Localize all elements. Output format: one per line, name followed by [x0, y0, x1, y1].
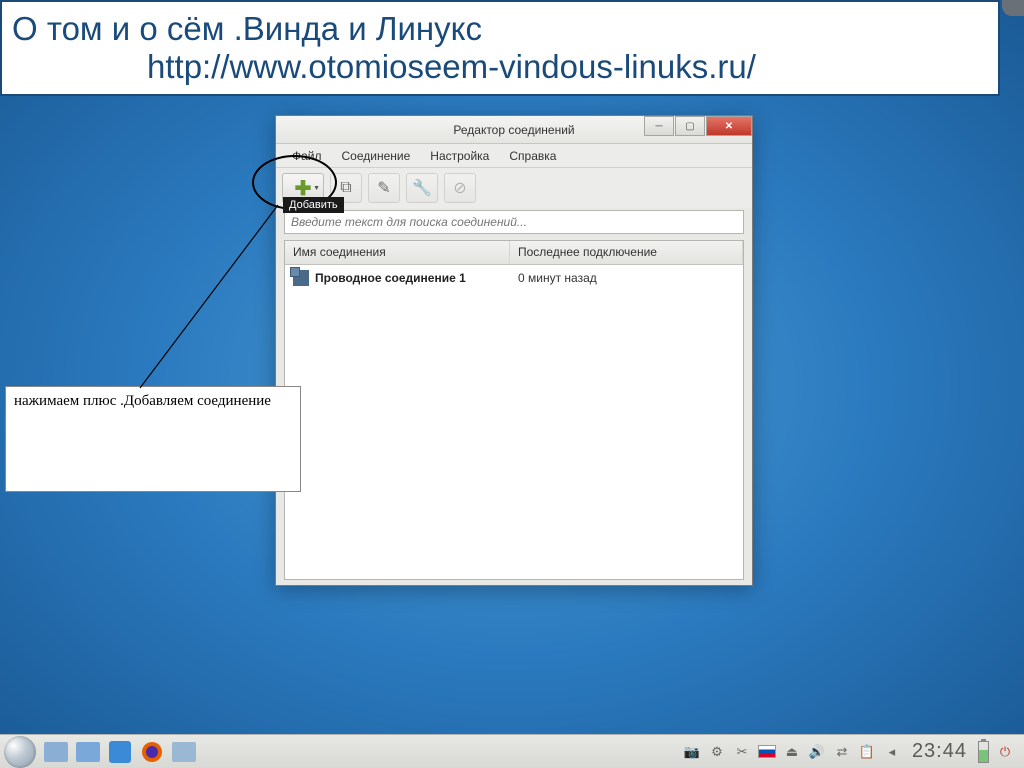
wrench-icon: 🔧	[412, 178, 432, 198]
row-last: 0 минут назад	[510, 271, 743, 285]
column-name[interactable]: Имя соединения	[285, 241, 510, 264]
page-banner: О том и о сём .Винда и Линукс http://www…	[0, 0, 1000, 96]
row-name: Проводное соединение 1	[315, 271, 466, 285]
annotation-note: нажимаем плюс .Добавляем соединение	[5, 386, 301, 492]
window-controls: ─ ▢ ✕	[643, 116, 752, 138]
column-last[interactable]: Последнее подключение	[510, 241, 743, 264]
volume-icon[interactable]: 🔊	[808, 743, 826, 761]
add-tooltip: Добавить	[283, 197, 344, 213]
firefox-icon	[141, 741, 163, 763]
battery-icon[interactable]	[978, 741, 989, 763]
task-filemanager[interactable]	[74, 738, 102, 766]
search-box[interactable]	[284, 210, 744, 234]
logout-icon[interactable]: ⏻	[996, 743, 1014, 761]
minimize-button[interactable]: ─	[644, 116, 674, 136]
menu-connection[interactable]: Соединение	[332, 146, 421, 166]
row-name-cell: Проводное соединение 1	[285, 270, 510, 286]
task-editor[interactable]	[106, 738, 134, 766]
titlebar[interactable]: Редактор соединений ─ ▢ ✕	[276, 116, 752, 144]
copy-icon: ⧉	[340, 179, 351, 197]
menubar: Файл Соединение Настройка Справка	[276, 144, 752, 168]
scissors-icon[interactable]: ✂	[733, 743, 751, 761]
gear-tray-icon[interactable]: ⚙	[708, 743, 726, 761]
table-row[interactable]: Проводное соединение 1 0 минут назад	[285, 265, 743, 291]
edit-button[interactable]: ✎	[368, 173, 400, 203]
edit-icon: ✎	[377, 178, 390, 198]
menu-settings[interactable]: Настройка	[420, 146, 499, 166]
connection-table: Имя соединения Последнее подключение Про…	[284, 240, 744, 580]
toolbar: ✚ ▼ ⧉ ✎ 🔧 ⊘	[276, 168, 752, 208]
clipboard-icon[interactable]: 📋	[858, 743, 876, 761]
banner-url: http://www.otomioseem-vindous-linuks.ru/	[12, 48, 988, 86]
task-firefox[interactable]	[138, 738, 166, 766]
device-icon[interactable]: ⏏	[783, 743, 801, 761]
table-header: Имя соединения Последнее подключение	[285, 241, 743, 265]
banner-title: О том и о сём .Винда и Линукс	[12, 10, 988, 48]
network-icon	[293, 270, 309, 286]
menu-help[interactable]: Справка	[499, 146, 566, 166]
search-input[interactable]	[291, 215, 737, 229]
maximize-button[interactable]: ▢	[675, 116, 705, 136]
keyboard-layout[interactable]	[758, 743, 776, 761]
start-button[interactable]	[4, 736, 36, 768]
network-tray-icon[interactable]: ⇄	[833, 743, 851, 761]
taskbar: 📷 ⚙ ✂ ⏏ 🔊 ⇄ 📋 ◂ 23:44 ⏻	[0, 734, 1024, 768]
task-desktop[interactable]	[42, 738, 70, 766]
delete-button[interactable]: ⊘	[444, 173, 476, 203]
tray-arrow-icon[interactable]: ◂	[883, 743, 901, 761]
corner-widget[interactable]	[1002, 0, 1024, 16]
connection-editor-window: Редактор соединений ─ ▢ ✕ Файл Соединени…	[275, 115, 753, 586]
close-button[interactable]: ✕	[706, 116, 752, 136]
settings-button[interactable]: 🔧	[406, 173, 438, 203]
system-tray: 📷 ⚙ ✂ ⏏ 🔊 ⇄ 📋 ◂ 23:44 ⏻	[683, 740, 1020, 763]
task-folder[interactable]	[170, 738, 198, 766]
camera-icon[interactable]: 📷	[683, 743, 701, 761]
clock[interactable]: 23:44	[908, 740, 971, 763]
stop-icon: ⊘	[453, 178, 466, 198]
